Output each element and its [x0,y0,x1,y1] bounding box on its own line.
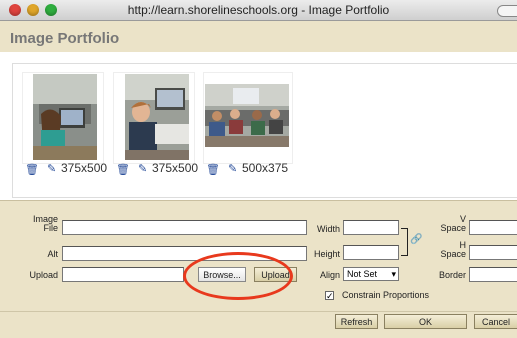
align-selected-value: Not Set [347,269,378,279]
trash-icon[interactable]: 🗑 [25,163,39,176]
vspace-input[interactable] [469,220,517,235]
upload-file-input[interactable] [62,267,184,282]
proportion-bracket [401,228,408,256]
image-file-input[interactable] [62,220,307,235]
align-label: Align [319,270,340,280]
image-file-label-line2: File [43,223,58,233]
constrain-proportions-checkbox[interactable]: ✓ [325,291,334,301]
thumbnail-image-classroom-girl[interactable] [33,74,97,160]
ok-button[interactable]: OK [384,314,467,329]
hspace-input[interactable] [469,245,517,260]
page-title: Image Portfolio [10,30,120,47]
border-label: Border [438,270,466,280]
thumbnail-image-classroom-boy[interactable] [125,74,189,160]
trash-icon[interactable]: 🗑 [116,163,130,176]
thumbnail-size-label: 500x375 [242,161,289,175]
highlight-annotation-circle [183,252,293,300]
width-input[interactable] [343,220,399,235]
thumbnail-image-classroom-group[interactable] [205,84,289,147]
hspace-label-line2: Space [440,249,466,259]
thumbnail-size-label: 375x500 [61,161,108,175]
vspace-label-line2: Space [440,223,466,233]
thumbnail-size-label: 375x500 [152,161,199,175]
pencil-icon[interactable]: ✎ [47,162,56,175]
chevron-down-icon: ▾ [391,269,396,279]
height-label: Height [313,249,340,259]
upload-label: Upload [29,270,58,280]
window-title: http://learn.shorelineschools.org - Imag… [127,3,390,17]
height-input[interactable] [343,245,399,260]
pencil-icon[interactable]: ✎ [228,162,237,175]
refresh-button[interactable]: Refresh [335,314,378,329]
constrain-proportions-label: Constrain Proportions [342,290,430,300]
trash-icon[interactable]: 🗑 [206,163,220,176]
chain-link-icon[interactable]: 🔗 [410,234,422,245]
alt-label: Alt [47,249,58,259]
pencil-icon[interactable]: ✎ [138,162,147,175]
cancel-button[interactable]: Cancel [474,314,517,329]
width-label: Width [316,224,340,234]
toolbar-toggle-button[interactable] [497,5,517,17]
align-select[interactable]: Not Set ▾ [343,267,399,281]
border-input[interactable] [469,267,517,282]
